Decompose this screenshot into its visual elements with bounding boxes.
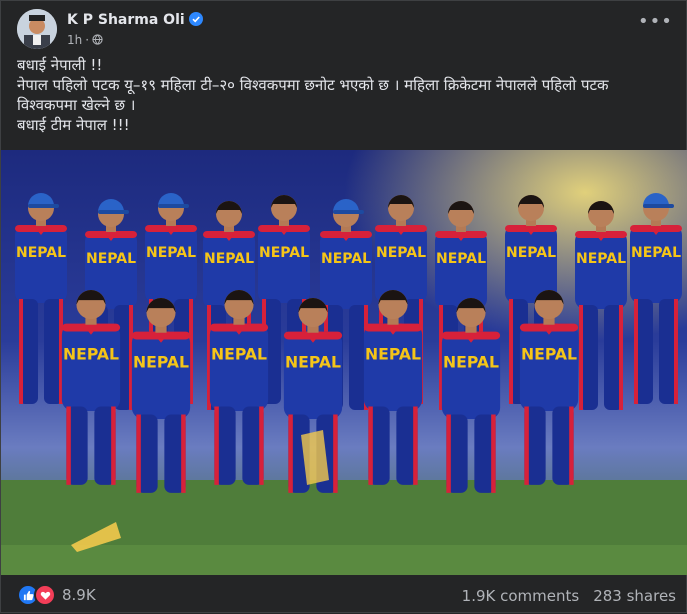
jersey-text: NEPAL bbox=[133, 352, 189, 371]
author-name: K P Sharma Oli bbox=[67, 12, 185, 28]
love-reaction-icon bbox=[34, 584, 56, 606]
jersey-text: NEPAL bbox=[285, 352, 341, 371]
post-text-line: बधाई टीम नेपाल !!! bbox=[17, 116, 130, 134]
post-header: K P Sharma Oli 1h · ••• bbox=[17, 9, 676, 53]
jersey-text: NEPAL bbox=[376, 245, 426, 261]
verified-badge-icon bbox=[188, 12, 203, 26]
jersey-text: NEPAL bbox=[631, 245, 681, 261]
post-stats: 1.9K comments 283 shares bbox=[448, 587, 676, 605]
post-footer: 8.9K 1.9K comments 283 shares bbox=[1, 575, 687, 614]
post-photo[interactable]: NEPAL NEPAL NEPAL NEPAL NEPAL NEPAL NEPAL NEPAL… bbox=[1, 150, 687, 575]
more-options-icon[interactable]: ••• bbox=[638, 13, 672, 39]
facebook-post: K P Sharma Oli 1h · ••• बधाई नेपाली !! ने… bbox=[0, 0, 687, 613]
author-avatar[interactable] bbox=[17, 9, 57, 49]
jersey-text: NEPAL bbox=[365, 344, 421, 363]
jersey-text: NEPAL bbox=[321, 251, 371, 267]
jersey-text: NEPAL bbox=[259, 245, 309, 261]
post-text-line: नेपाल पहिलो पटक यू–१९ महिला टी–२० विश्वक… bbox=[17, 76, 609, 94]
jersey-text: NEPAL bbox=[16, 245, 66, 261]
post-meta: 1h · bbox=[67, 33, 103, 47]
jersey-text: NEPAL bbox=[443, 352, 499, 371]
post-text-line: बधाई नेपाली !! bbox=[17, 56, 103, 74]
jersey-text: NEPAL bbox=[204, 251, 254, 267]
jersey-text: NEPAL bbox=[211, 344, 267, 363]
team-photo-illustration: NEPAL NEPAL NEPAL NEPAL NEPAL NEPAL NEPAL NEPAL… bbox=[1, 150, 687, 575]
jersey-text: NEPAL bbox=[436, 251, 486, 267]
jersey-text: NEPAL bbox=[521, 344, 577, 363]
meta-separator: · bbox=[85, 33, 90, 47]
author-name-link[interactable]: K P Sharma Oli bbox=[67, 12, 203, 28]
comments-count-link[interactable]: 1.9K comments bbox=[462, 587, 580, 605]
jersey-text: NEPAL bbox=[86, 251, 136, 267]
post-text: बधाई नेपाली !! नेपाल पहिलो पटक यू–१९ महि… bbox=[17, 55, 670, 135]
jersey-text: NEPAL bbox=[63, 344, 119, 363]
reaction-count: 8.9K bbox=[62, 586, 96, 604]
jersey-text: NEPAL bbox=[506, 245, 556, 261]
globe-icon bbox=[92, 34, 103, 45]
post-text-line: विश्वकपमा खेल्ने छ । bbox=[17, 96, 136, 114]
jersey-text: NEPAL bbox=[146, 245, 196, 261]
post-timestamp[interactable]: 1h bbox=[67, 33, 82, 47]
shares-count-link[interactable]: 283 shares bbox=[593, 587, 676, 605]
jersey-text: NEPAL bbox=[576, 251, 626, 267]
reactions-summary[interactable]: 8.9K bbox=[17, 584, 96, 606]
